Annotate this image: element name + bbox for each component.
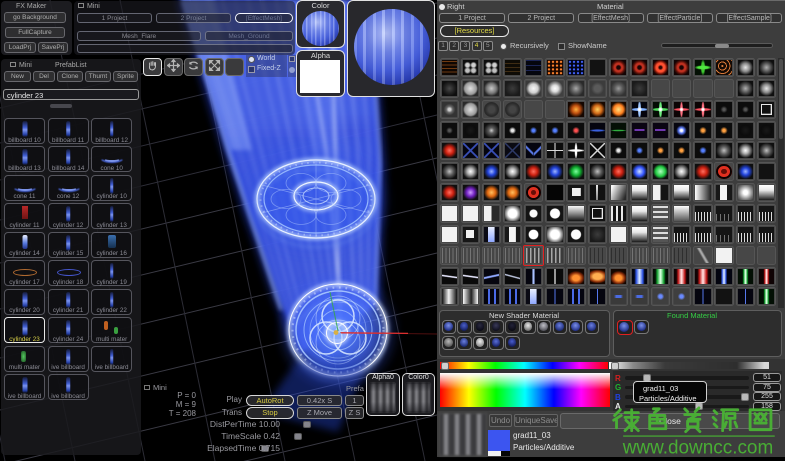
svg-text:www.downcc.com: www.downcc.com xyxy=(622,437,774,458)
